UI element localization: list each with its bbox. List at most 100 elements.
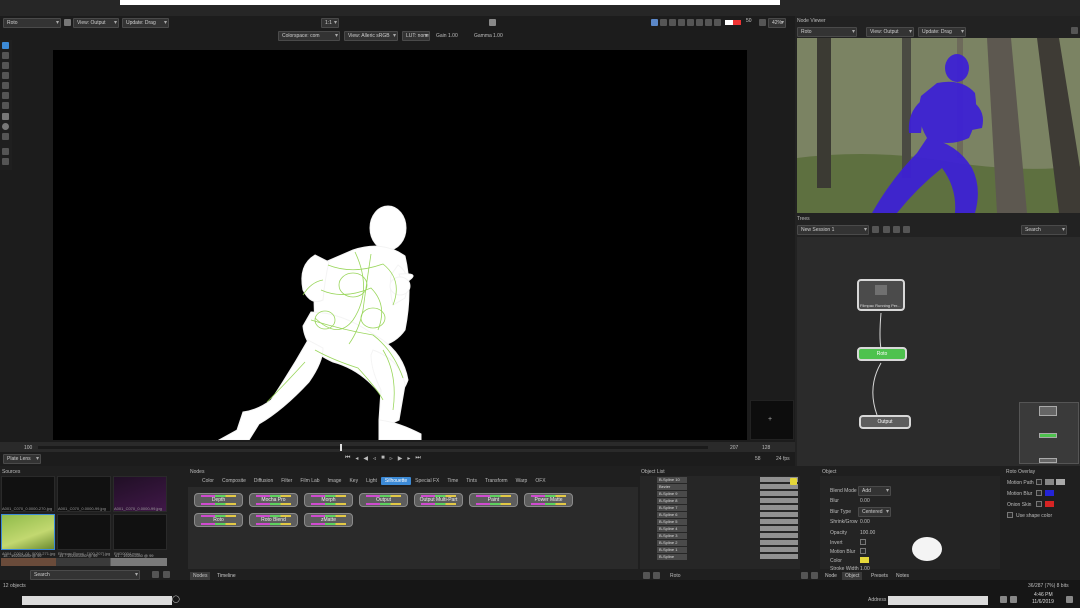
onion-skin-swatch[interactable] bbox=[1045, 501, 1054, 507]
invert-checkbox[interactable] bbox=[860, 539, 866, 545]
paint-tool-icon[interactable] bbox=[2, 102, 9, 109]
frame-field-bottom[interactable]: 58 bbox=[755, 456, 761, 462]
motion-path-checkbox[interactable] bbox=[1036, 479, 1042, 485]
camera-icon[interactable] bbox=[489, 19, 496, 26]
color-strip[interactable] bbox=[725, 20, 741, 25]
nv-expand-icon[interactable] bbox=[1071, 27, 1078, 34]
object-row[interactable]: B-Spline 10 bbox=[657, 477, 687, 483]
tab-nodes-bottom[interactable]: Nodes bbox=[190, 572, 211, 580]
nv-update-select[interactable]: Update: Drag bbox=[918, 27, 966, 37]
tab-key[interactable]: Key bbox=[345, 477, 362, 485]
lock-icon[interactable] bbox=[64, 19, 71, 26]
tab-object[interactable]: Object bbox=[842, 572, 863, 580]
object-row[interactable]: B-Spline 9 bbox=[657, 491, 687, 497]
tab-diffusion[interactable]: Diffusion bbox=[250, 477, 277, 485]
object-row[interactable]: Bezier bbox=[657, 484, 687, 490]
object-row[interactable]: B-Spline 1 bbox=[657, 547, 687, 553]
object-row[interactable]: B-Spline bbox=[657, 554, 687, 560]
guides-icon[interactable] bbox=[687, 19, 694, 26]
go-end-icon[interactable]: ⏭ bbox=[415, 455, 420, 463]
tab-presets[interactable]: Presets bbox=[868, 572, 891, 580]
lock-object-icon[interactable] bbox=[653, 572, 660, 579]
frame-field[interactable]: 50 bbox=[746, 18, 758, 28]
tab-color[interactable]: Color bbox=[198, 477, 218, 485]
delete-tree-icon[interactable] bbox=[893, 226, 900, 233]
node-button-roto[interactable]: Roto bbox=[194, 513, 243, 527]
frame-icon[interactable] bbox=[660, 19, 667, 26]
grid-icon[interactable] bbox=[678, 19, 685, 26]
node-button-output[interactable]: Output bbox=[359, 493, 408, 507]
tree-options-icon[interactable] bbox=[903, 226, 910, 233]
tracker-tool-icon[interactable] bbox=[2, 133, 9, 140]
node-viewer-image[interactable] bbox=[797, 38, 1080, 213]
overlay-icon[interactable] bbox=[696, 19, 703, 26]
gamma-value[interactable]: 1.00 bbox=[493, 33, 503, 39]
colorspace-select[interactable]: Colorspace: com bbox=[278, 31, 340, 41]
address-field[interactable] bbox=[888, 596, 988, 605]
prev-key-icon[interactable]: ◃ bbox=[373, 455, 376, 463]
tree-graph[interactable]: Filmpac Running Per... Roto Output bbox=[797, 237, 1080, 467]
tab-notes[interactable]: Notes bbox=[893, 572, 912, 580]
tab-film-lab[interactable]: Film Lab bbox=[296, 477, 323, 485]
sources-search[interactable]: Search bbox=[30, 570, 140, 580]
magnetic-tool-icon[interactable] bbox=[2, 92, 9, 99]
blend-mode-select[interactable]: Add bbox=[858, 486, 891, 496]
playhead[interactable] bbox=[340, 444, 342, 451]
source-thumb[interactable]: 61 - 1920x1080 @ 99 bbox=[113, 514, 167, 558]
tree-node-roto[interactable]: Roto bbox=[857, 347, 907, 361]
zoom-tool-icon[interactable] bbox=[2, 158, 9, 165]
tab-timeline-bottom[interactable]: Timeline bbox=[214, 572, 239, 580]
object-prefs-icon[interactable] bbox=[811, 572, 818, 579]
opacity-value[interactable]: 100.00 bbox=[860, 530, 875, 536]
source-strip[interactable] bbox=[1, 558, 167, 566]
update-select[interactable]: Update: Drag bbox=[122, 18, 169, 28]
object-row[interactable]: B-Spline 2 bbox=[657, 540, 687, 546]
transform-tool-icon[interactable] bbox=[2, 52, 9, 59]
crosshair-icon[interactable]: + bbox=[768, 416, 772, 423]
source-thumb-selected[interactable]: 18 - 1920x1080 @ 99 bbox=[1, 514, 55, 558]
node-button-zmatte[interactable]: zMatte bbox=[304, 513, 353, 527]
lut-select[interactable]: LUT: none bbox=[402, 31, 430, 41]
onion-skin-checkbox[interactable] bbox=[1036, 501, 1042, 507]
display-select[interactable]: View: Alleric sRGB bbox=[344, 31, 398, 41]
nv-view-select[interactable]: View: Output bbox=[866, 27, 914, 37]
zoom-pct[interactable]: 42% bbox=[768, 18, 786, 28]
object-row[interactable]: B-Spline 6 bbox=[657, 512, 687, 518]
motion-blur-overlay-checkbox[interactable] bbox=[1036, 490, 1042, 496]
network-icon[interactable] bbox=[1000, 596, 1007, 603]
source-thumb[interactable]: 34 - 1920x1080 @ 99 bbox=[57, 514, 111, 558]
rectangle-tool-icon[interactable] bbox=[2, 113, 9, 120]
tab-warp[interactable]: Warp bbox=[512, 477, 532, 485]
channel-icon[interactable] bbox=[714, 19, 721, 26]
node-button-paint[interactable]: Paint bbox=[469, 493, 518, 507]
shield-icon[interactable] bbox=[651, 19, 658, 26]
new-tree-icon[interactable] bbox=[872, 226, 879, 233]
object-row[interactable]: B-Spline 8 bbox=[657, 498, 687, 504]
play-back-icon[interactable]: ◀ bbox=[363, 455, 368, 463]
volume-icon[interactable] bbox=[1010, 596, 1017, 603]
bezier-tool-icon[interactable] bbox=[2, 72, 9, 79]
object-row[interactable]: B-Spline 7 bbox=[657, 505, 687, 511]
object-row[interactable]: B-Spline 3 bbox=[657, 533, 687, 539]
next-key-icon[interactable]: ▹ bbox=[390, 455, 393, 463]
node-button-output-multi-part[interactable]: Output Multi-Part bbox=[414, 493, 463, 507]
main-viewer[interactable] bbox=[53, 50, 747, 440]
use-shape-color-checkbox[interactable] bbox=[1007, 512, 1013, 518]
object-row[interactable]: B-Spline 4 bbox=[657, 526, 687, 532]
trees-search[interactable]: Search bbox=[1021, 225, 1067, 235]
pan-tool-icon[interactable] bbox=[2, 148, 9, 155]
node-select[interactable]: Roto bbox=[3, 18, 61, 28]
tab-transform[interactable]: Transform bbox=[481, 477, 512, 485]
zoom-icon[interactable] bbox=[669, 19, 676, 26]
grid-view-icon[interactable] bbox=[163, 571, 170, 578]
blur-type-select[interactable]: Centered bbox=[858, 507, 891, 517]
list-view-icon[interactable] bbox=[152, 571, 159, 578]
tab-image[interactable]: Image bbox=[324, 477, 346, 485]
nv-node-select[interactable]: Roto bbox=[797, 27, 857, 37]
notification-icon[interactable] bbox=[1066, 596, 1073, 603]
tree-node-source[interactable]: Filmpac Running Per... bbox=[857, 279, 905, 311]
timeline-track[interactable] bbox=[38, 446, 708, 449]
tab-special-fx[interactable]: Special FX bbox=[411, 477, 443, 485]
tab-light[interactable]: Light bbox=[362, 477, 381, 485]
node-button-roto-blend[interactable]: Roto Blend bbox=[249, 513, 298, 527]
